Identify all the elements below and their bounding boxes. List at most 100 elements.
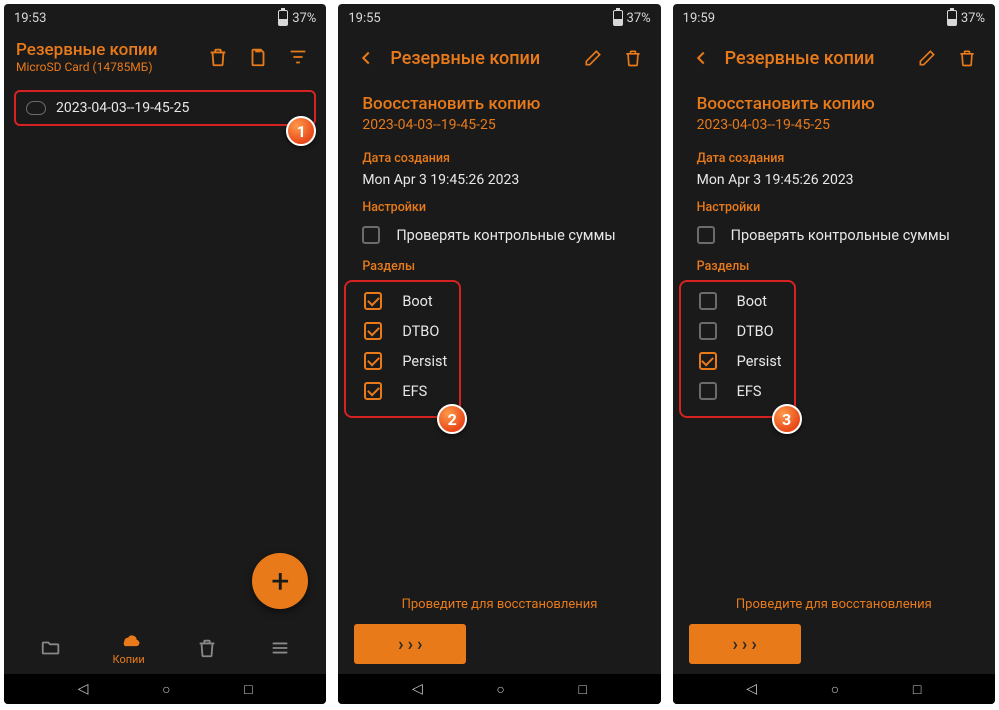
date-value: Mon Apr 3 19:45:26 2023	[697, 172, 971, 188]
screen-3: 19:59 37% Резервные копии Воосстановить …	[673, 4, 995, 704]
battery-icon	[278, 10, 288, 26]
fab-add-button[interactable]: +	[252, 553, 308, 609]
cloud-icon	[26, 101, 46, 115]
checkbox-icon[interactable]	[699, 352, 717, 370]
partitions-group: Boot DTBO Persist EFS 3	[679, 280, 796, 418]
nav-trash[interactable]	[196, 637, 218, 659]
verify-checksum-row[interactable]: Проверять контрольные суммы	[673, 221, 971, 249]
back-key[interactable]: ◁	[412, 681, 423, 697]
screen-2: 19:55 37% Резервные копии Воосстановить …	[338, 4, 660, 704]
content: Воосстановить копию 2023-04-03--19-45-25…	[673, 84, 995, 418]
nav-label: Копии	[113, 653, 145, 666]
nav-folder[interactable]	[40, 637, 62, 659]
system-navbar: ◁ ○ □	[4, 674, 326, 704]
home-key[interactable]: ○	[162, 681, 170, 698]
checkbox-icon[interactable]	[364, 352, 382, 370]
back-button[interactable]	[685, 42, 717, 74]
partition-dtbo[interactable]: DTBO	[358, 316, 453, 346]
status-bar: 19:55 37%	[338, 4, 660, 32]
swipe-label: Проведите для восстановления	[354, 597, 644, 612]
app-header: Резервные копии	[673, 32, 995, 84]
checkbox-icon[interactable]	[362, 226, 380, 244]
checkbox-icon[interactable]	[699, 292, 717, 310]
filter-button[interactable]	[282, 41, 314, 73]
home-key[interactable]: ○	[496, 681, 504, 698]
restore-title: Воосстановить копию	[362, 94, 636, 114]
content: Воосстановить копию 2023-04-03--19-45-25…	[338, 84, 660, 418]
recent-key[interactable]: □	[913, 681, 921, 698]
checkbox-icon[interactable]	[699, 382, 717, 400]
battery-pct: 37%	[292, 11, 316, 26]
delete-button[interactable]	[951, 42, 983, 74]
bottom-nav: Копии	[4, 621, 326, 674]
partition-persist[interactable]: Persist	[693, 346, 788, 376]
backup-list-item[interactable]: 2023-04-03--19-45-25 1	[14, 90, 316, 126]
swipe-button[interactable]: ›››	[354, 624, 466, 664]
back-key[interactable]: ◁	[746, 681, 757, 697]
swipe-button[interactable]: ›››	[689, 624, 801, 664]
partition-efs[interactable]: EFS	[358, 376, 453, 406]
status-time: 19:53	[14, 11, 46, 26]
delete-button[interactable]	[617, 42, 649, 74]
verify-checksum-label: Проверять контрольные суммы	[731, 227, 950, 244]
section-settings-label: Настройки	[697, 200, 971, 215]
checkbox-icon[interactable]	[364, 322, 382, 340]
annotation-badge-3: 3	[772, 404, 802, 434]
page-subtitle: MicroSD Card (14785МБ)	[16, 60, 194, 74]
section-date-label: Дата создания	[362, 151, 636, 166]
checkbox-icon[interactable]	[697, 226, 715, 244]
checkbox-icon[interactable]	[364, 292, 382, 310]
partitions-group: Boot DTBO Persist EFS 2	[344, 280, 461, 418]
page-title: Резервные копии	[725, 48, 903, 69]
backup-name: 2023-04-03--19-45-25	[56, 100, 189, 116]
restore-title: Воосстановить копию	[697, 94, 971, 114]
delete-button[interactable]	[202, 41, 234, 73]
status-time: 19:55	[348, 11, 380, 26]
screen-1: 19:53 37% Резервные копии MicroSD Card (…	[4, 4, 326, 704]
sdcard-button[interactable]	[242, 41, 274, 73]
nav-menu[interactable]	[269, 637, 291, 659]
annotation-badge-2: 2	[437, 404, 467, 434]
recent-key[interactable]: □	[244, 681, 252, 698]
restore-subtitle: 2023-04-03--19-45-25	[697, 117, 971, 133]
status-bar: 19:53 37%	[4, 4, 326, 32]
back-button[interactable]	[350, 42, 382, 74]
annotation-badge-1: 1	[286, 116, 316, 146]
home-key[interactable]: ○	[831, 681, 839, 698]
status-bar: 19:59 37%	[673, 4, 995, 32]
header-title-block: Резервные копии MicroSD Card (14785МБ)	[16, 40, 194, 74]
status-time: 19:59	[683, 11, 715, 26]
page-title: Резервные копии	[16, 40, 194, 60]
system-navbar: ◁ ○ □	[673, 674, 995, 704]
partition-efs[interactable]: EFS	[693, 376, 788, 406]
app-header: Резервные копии MicroSD Card (14785МБ)	[4, 32, 326, 82]
battery-icon	[947, 10, 957, 26]
section-partitions-label: Разделы	[362, 259, 636, 274]
checkbox-icon[interactable]	[699, 322, 717, 340]
partition-dtbo[interactable]: DTBO	[693, 316, 788, 346]
swipe-area: Проведите для восстановления ›››	[673, 597, 995, 664]
recent-key[interactable]: □	[579, 681, 587, 698]
back-key[interactable]: ◁	[78, 681, 89, 697]
section-settings-label: Настройки	[362, 200, 636, 215]
swipe-label: Проведите для восстановления	[689, 597, 979, 612]
verify-checksum-row[interactable]: Проверять контрольные суммы	[338, 221, 636, 249]
section-partitions-label: Разделы	[697, 259, 971, 274]
verify-checksum-label: Проверять контрольные суммы	[396, 227, 615, 244]
battery-pct: 37%	[961, 11, 985, 26]
page-title: Резервные копии	[390, 48, 568, 69]
partition-persist[interactable]: Persist	[358, 346, 453, 376]
battery-icon	[613, 10, 623, 26]
edit-button[interactable]	[577, 42, 609, 74]
app-header: Резервные копии	[338, 32, 660, 84]
partition-boot[interactable]: Boot	[693, 286, 788, 316]
nav-backups[interactable]: Копии	[113, 629, 145, 666]
checkbox-icon[interactable]	[364, 382, 382, 400]
edit-button[interactable]	[911, 42, 943, 74]
section-date-label: Дата создания	[697, 151, 971, 166]
date-value: Mon Apr 3 19:45:26 2023	[362, 172, 636, 188]
system-navbar: ◁ ○ □	[338, 674, 660, 704]
partition-boot[interactable]: Boot	[358, 286, 453, 316]
restore-subtitle: 2023-04-03--19-45-25	[362, 117, 636, 133]
battery-pct: 37%	[627, 11, 651, 26]
